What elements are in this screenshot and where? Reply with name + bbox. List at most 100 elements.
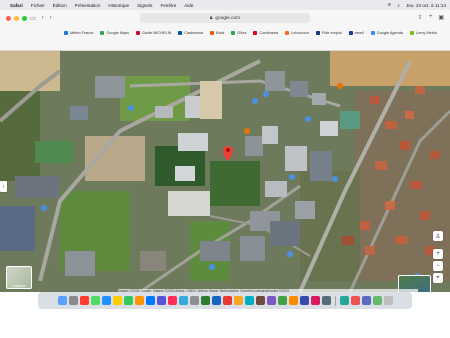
bookmark-favicon-icon	[370, 31, 375, 35]
browser-toolbar: ▭ ‹ › 🔒︎ google.com ⇪ + ▣ Météo France Go…	[0, 10, 450, 51]
zoom-in-button[interactable]: +	[433, 249, 443, 259]
bookmark-favicon-icon	[253, 31, 258, 35]
dock-app-icon[interactable]	[255, 296, 265, 305]
forward-icon[interactable]: ›	[50, 15, 52, 22]
dock-app-icon[interactable]	[244, 296, 254, 305]
clock[interactable]: Jeu. 24 oct. à 11:14	[406, 3, 446, 8]
share-icon[interactable]: ⇪	[418, 14, 423, 21]
dock-app-icon[interactable]	[145, 296, 155, 305]
navigation-controls: ▭ ‹ ›	[30, 15, 52, 22]
bookmark-favicon-icon	[409, 31, 414, 35]
dock-app-icon[interactable]	[211, 296, 221, 305]
zoom-out-button[interactable]: −	[433, 261, 443, 271]
bookmark-favicon-icon	[100, 31, 105, 35]
menu-help[interactable]: Aide	[184, 3, 193, 8]
dock-app-icon[interactable]	[277, 296, 287, 305]
dock-app-icon[interactable]	[156, 296, 166, 305]
macos-dock	[38, 292, 412, 309]
menu-view[interactable]: Présentation	[75, 3, 101, 8]
dock-app-icon[interactable]	[200, 296, 210, 305]
dock-app-icon[interactable]	[321, 296, 331, 305]
layers-button[interactable]: Calques	[6, 266, 32, 289]
window-controls	[6, 16, 27, 21]
close-window-button[interactable]	[6, 16, 11, 21]
bookmark-favicon-icon	[315, 31, 320, 35]
dock-app-icon[interactable]	[288, 296, 298, 305]
dock-app-icon[interactable]	[123, 296, 133, 305]
url-text: google.com	[215, 15, 241, 21]
dock-app-icon[interactable]	[79, 296, 89, 305]
dock-app-icon[interactable]	[299, 296, 309, 305]
dock-app-icon[interactable]	[222, 296, 232, 305]
bookmark-favicon-icon	[136, 31, 141, 35]
dock-app-icon[interactable]	[189, 296, 199, 305]
dock-app-icon[interactable]	[134, 296, 144, 305]
back-icon[interactable]: ‹	[42, 15, 44, 22]
dock-app-icon[interactable]	[90, 296, 100, 305]
dock-app-icon[interactable]	[178, 296, 188, 305]
wifi-icon[interactable]: ≋	[388, 2, 392, 8]
zoom-window-button[interactable]	[22, 16, 27, 21]
dock-app-icon[interactable]	[361, 296, 371, 305]
dock-app-icon[interactable]	[372, 296, 382, 305]
bookmark-favicon-icon	[348, 31, 353, 35]
tab-overview-icon[interactable]: ▣	[438, 14, 444, 21]
satellite-map[interactable]: › Calques ♙ + − ⌖	[0, 51, 450, 292]
bookmark-item[interactable]: Google Maps	[100, 31, 129, 35]
menu-bookmarks[interactable]: Signets	[137, 3, 152, 8]
macos-menu-bar: Safari Fichier Édition Présentation Hist…	[0, 0, 450, 10]
dock-app-icon[interactable]	[339, 296, 349, 305]
menu-file[interactable]: Fichier	[31, 3, 45, 8]
bookmark-item[interactable]: Guide MICHELIN	[136, 31, 171, 35]
menu-edit[interactable]: Édition	[53, 3, 67, 8]
bookmark-label: Leboncoin	[291, 31, 309, 35]
sidebar-icon[interactable]: ▭	[30, 15, 36, 22]
satellite-imagery[interactable]	[0, 51, 450, 292]
search-icon[interactable]: ⌕	[397, 3, 400, 8]
dock-app-icon[interactable]	[350, 296, 360, 305]
bookmark-item[interactable]: Kiabi	[209, 31, 224, 35]
bookmark-item[interactable]: Gîtes	[231, 31, 246, 35]
bookmark-item[interactable]: Pôle emploi	[315, 31, 342, 35]
bookmark-favicon-icon	[209, 31, 214, 35]
bookmark-label: Météo France	[70, 31, 94, 35]
minimize-window-button[interactable]	[14, 16, 19, 21]
dock-app-icon[interactable]	[233, 296, 243, 305]
dock-app-icon[interactable]	[383, 296, 393, 305]
dock-app-icon[interactable]	[112, 296, 122, 305]
bookmark-label: Leroy Merlin	[415, 31, 437, 35]
compass-icon[interactable]: ⌖	[433, 273, 443, 283]
toolbar-actions: ⇪ + ▣	[418, 14, 444, 21]
dock-app-icon[interactable]	[57, 296, 67, 305]
bookmark-item[interactable]: Leboncoin	[285, 31, 309, 35]
bookmark-label: Conforama	[259, 31, 279, 35]
bookmark-item[interactable]: Castorama	[178, 31, 203, 35]
menu-safari[interactable]: Safari	[10, 3, 23, 8]
dock-app-icon[interactable]	[266, 296, 276, 305]
lock-icon: 🔒︎	[209, 16, 213, 21]
bookmark-label: Google Maps	[106, 31, 130, 35]
bookmark-item[interactable]: Google Agenda	[370, 31, 403, 35]
bookmark-label: Guide MICHELIN	[142, 31, 172, 35]
dock-app-icon[interactable]	[310, 296, 320, 305]
new-tab-icon[interactable]: +	[429, 14, 433, 21]
address-bar[interactable]: 🔒︎ google.com	[140, 13, 310, 23]
dock-app-icon[interactable]	[101, 296, 111, 305]
bookmark-favicon-icon	[231, 31, 236, 35]
status-area: ≋ ⌕ Jeu. 24 oct. à 11:14	[388, 2, 446, 8]
pegman-icon[interactable]: ♙	[433, 231, 443, 241]
dock-app-icon[interactable]	[167, 296, 177, 305]
bookmark-item[interactable]: Leroy Merlin	[409, 31, 437, 35]
menu-history[interactable]: Historique	[108, 3, 129, 8]
bookmark-label: ameli	[354, 31, 364, 35]
menu-window[interactable]: Fenêtre	[160, 3, 176, 8]
expand-panel-button[interactable]: ›	[0, 181, 7, 192]
bookmark-item[interactable]: Météo France	[64, 31, 93, 35]
bookmark-favicon-icon	[64, 31, 68, 35]
layers-label: Calques	[12, 284, 26, 288]
bookmark-item[interactable]: Conforama	[253, 31, 278, 35]
dock-separator	[334, 295, 336, 306]
bookmark-item[interactable]: ameli	[348, 31, 364, 35]
dock-app-icon[interactable]	[68, 296, 78, 305]
bookmark-favicon-icon	[285, 31, 290, 35]
